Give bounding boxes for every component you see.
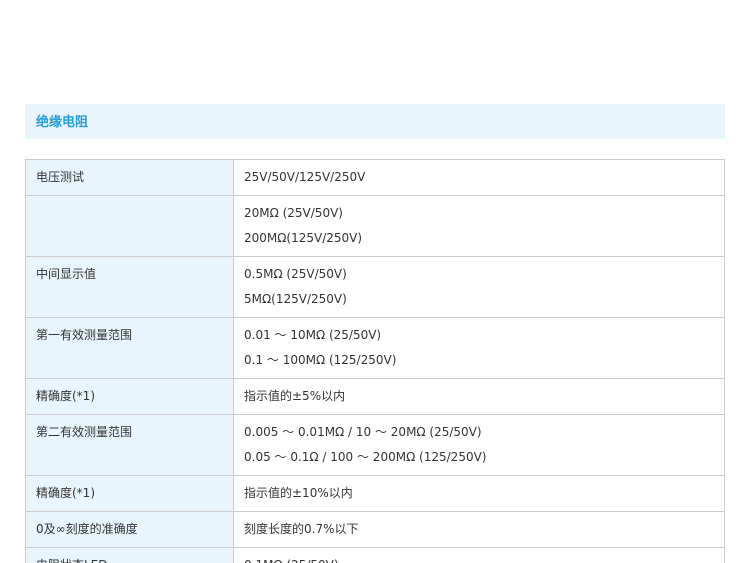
table-row: 0及∞刻度的准确度 刻度长度的0.7%以下	[25, 511, 725, 548]
row-label: 中间显示值	[25, 256, 234, 318]
table-row: 电压测试 25V/50V/125V/250V	[25, 159, 725, 196]
value-line: 0.5MΩ (25V/50V)	[244, 267, 347, 281]
table-row: 中间显示值 0.5MΩ (25V/50V) 5MΩ(125V/250V)	[25, 256, 725, 318]
section-header: 绝缘电阻	[25, 104, 725, 139]
row-value: 刻度长度的0.7%以下	[233, 511, 725, 548]
row-label: 第二有效测量范围	[25, 414, 234, 476]
row-value: 0.1MΩ (25/50V)	[233, 547, 725, 563]
row-value: 指示值的±10%以内	[233, 475, 725, 512]
value-line: 指示值的±10%以内	[244, 486, 353, 500]
row-value: 0.01 ～ 10MΩ (25/50V) 0.1 ～ 100MΩ (125/25…	[233, 317, 725, 379]
spec-table: 电压测试 25V/50V/125V/250V 20MΩ (25V/50V) 20…	[25, 159, 725, 563]
value-line: 指示值的±5%以内	[244, 389, 346, 403]
value-line: 0.005 ～ 0.01MΩ / 10 ～ 20MΩ (25/50V)	[244, 425, 482, 439]
value-line: 0.05 ～ 0.1Ω / 100 ～ 200MΩ (125/250V)	[244, 450, 487, 464]
row-value: 25V/50V/125V/250V	[233, 159, 725, 196]
row-value: 指示值的±5%以内	[233, 378, 725, 415]
value-line: 25V/50V/125V/250V	[244, 170, 366, 184]
table-row: 第一有效测量范围 0.01 ～ 10MΩ (25/50V) 0.1 ～ 100M…	[25, 317, 725, 379]
value-line: 0.01 ～ 10MΩ (25/50V)	[244, 328, 382, 342]
value-line: 0.1MΩ (25/50V)	[244, 553, 714, 563]
row-label: 第一有效测量范围	[25, 317, 234, 379]
row-label: 电阻状态LED	[25, 547, 234, 563]
row-label: 0及∞刻度的准确度	[25, 511, 234, 548]
table-row: 第二有效测量范围 0.005 ～ 0.01MΩ / 10 ～ 20MΩ (25/…	[25, 414, 725, 476]
value-line: 0.1 ～ 100MΩ (125/250V)	[244, 353, 397, 367]
table-row: 精确度(*1) 指示值的±5%以内	[25, 378, 725, 415]
row-label: 精确度(*1)	[25, 378, 234, 415]
row-label: 精确度(*1)	[25, 475, 234, 512]
table-row: 精确度(*1) 指示值的±10%以内	[25, 475, 725, 512]
row-label	[25, 195, 234, 257]
value-line: 200MΩ(125V/250V)	[244, 231, 363, 245]
row-value: 0.005 ～ 0.01MΩ / 10 ～ 20MΩ (25/50V) 0.05…	[233, 414, 725, 476]
value-line: 刻度长度的0.7%以下	[244, 522, 359, 536]
section-title: 绝缘电阻	[36, 115, 89, 130]
row-value: 20MΩ (25V/50V) 200MΩ(125V/250V)	[233, 195, 725, 257]
row-label: 电压测试	[25, 159, 234, 196]
table-row: 电阻状态LED 0.1MΩ (25/50V)	[25, 547, 725, 563]
row-value: 0.5MΩ (25V/50V) 5MΩ(125V/250V)	[233, 256, 725, 318]
value-line: 20MΩ (25V/50V)	[244, 206, 343, 220]
table-row: 20MΩ (25V/50V) 200MΩ(125V/250V)	[25, 195, 725, 257]
value-line: 5MΩ(125V/250V)	[244, 292, 347, 306]
